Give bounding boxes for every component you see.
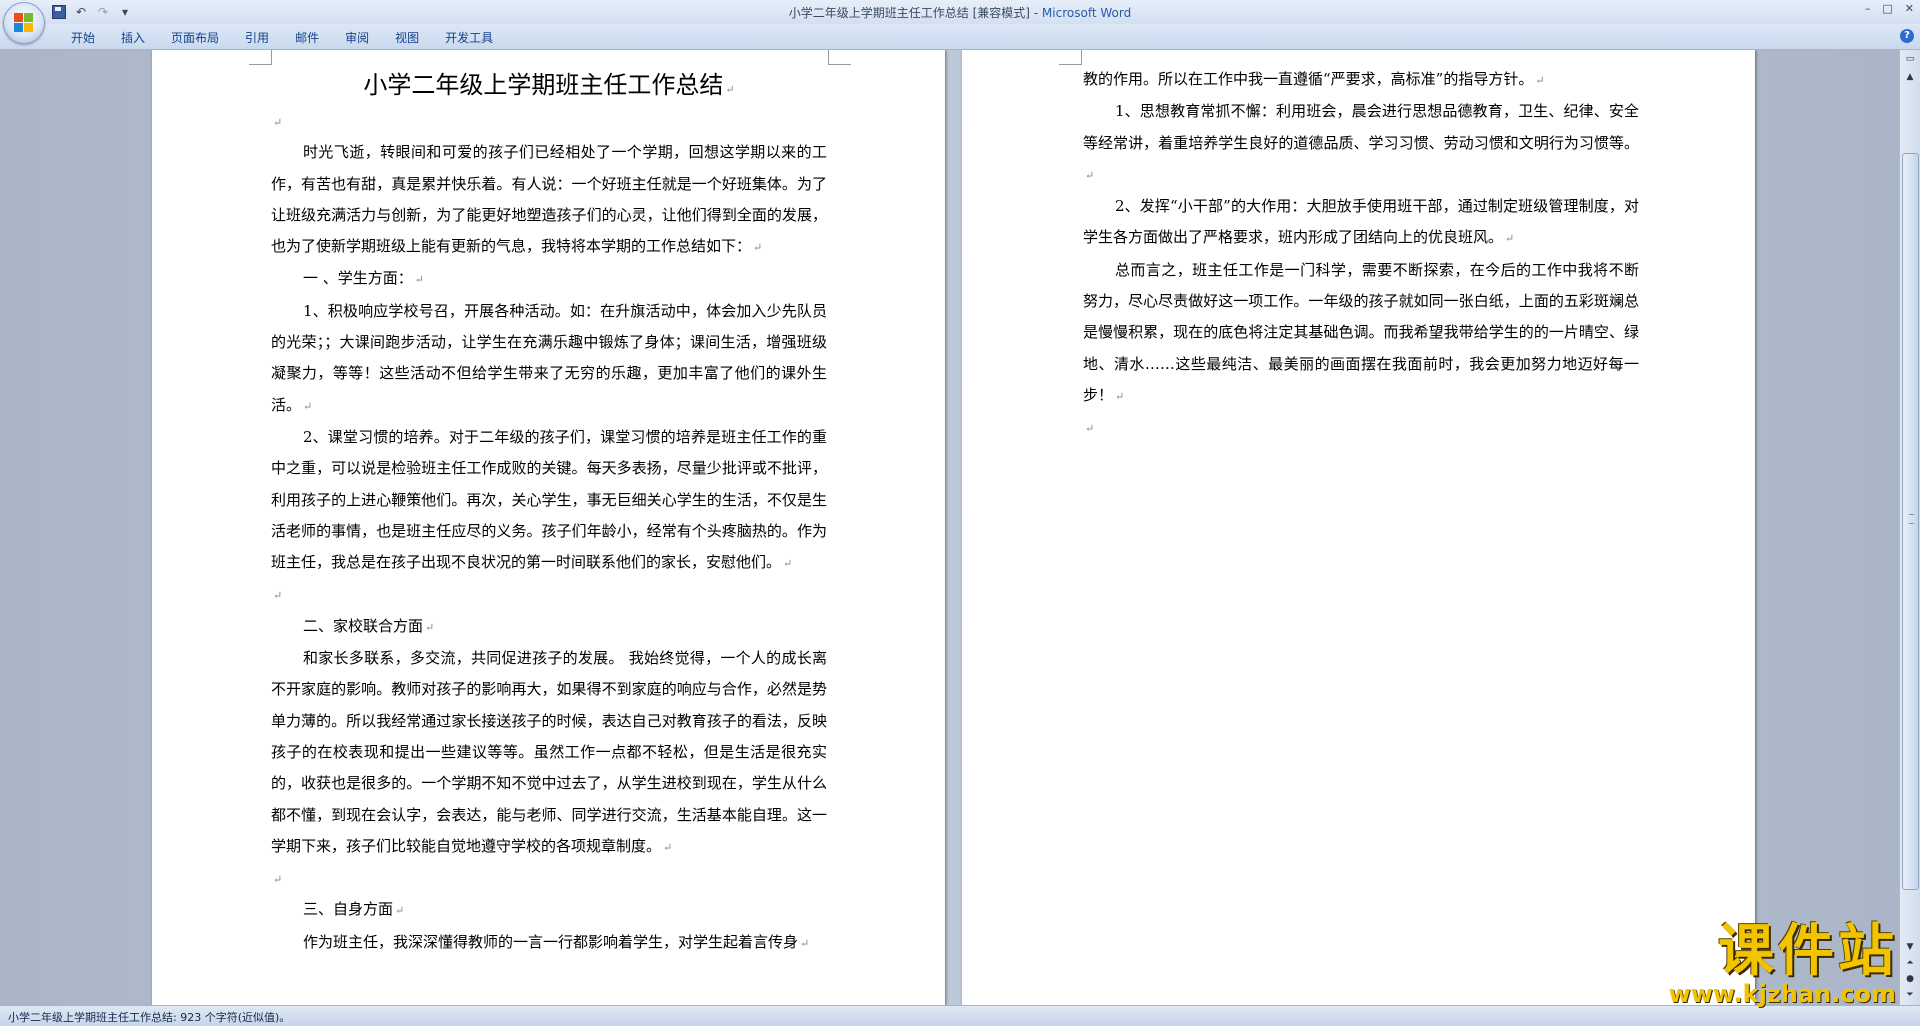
paragraph-mark: ↵ <box>753 241 763 255</box>
office-logo-icon <box>14 13 34 33</box>
scroll-up-icon[interactable]: ▲ <box>1902 70 1918 84</box>
left-page-paragraph: 作为班主任，我深深懂得教师的一言一行都影响着学生，对学生起着言传身 ↵ <box>271 927 827 959</box>
scroll-down-icon[interactable]: ▼ <box>1902 940 1918 954</box>
left-page-paragraph: 和家长多联系，多交流，共同促进孩子的发展。 我始终觉得，一个人的成长离不开家庭的… <box>271 643 827 863</box>
tab-mailings[interactable]: 邮件 <box>282 29 332 47</box>
paragraph-mark: ↵ <box>414 273 424 287</box>
paragraph-mark: ↵ <box>783 557 793 571</box>
paragraph-text: 2、发挥“小干部”的大作用：大胆放手使用班干部，通过制定班级管理制度，对学生各方… <box>1083 197 1639 247</box>
window-controls: – □ ✕ <box>1865 2 1914 15</box>
left-page-paragraph: 三、自身方面 ↵ <box>271 894 827 926</box>
paragraph-mark: ↵ <box>1505 232 1515 246</box>
vertical-scrollbar[interactable]: ▭ ▲ ▼ ⏶ ● ⏷ <box>1899 50 1920 1005</box>
app-name: Microsoft Word <box>1041 6 1132 20</box>
paragraph-text: 2、课堂习惯的培养。对于二年级的孩子们，课堂习惯的培养是班主任工作的重中之重，可… <box>271 427 827 572</box>
tab-view[interactable]: 视图 <box>382 29 432 47</box>
paragraph-mark: ↵ <box>663 840 673 854</box>
tab-insert[interactable]: 插入 <box>108 29 158 47</box>
paragraph-text: 三、自身方面 <box>303 900 394 919</box>
document-title: 小学二年级上学期班主任工作总结 ↵ <box>271 68 827 102</box>
page-1-body: 小学二年级上学期班主任工作总结 ↵ ↵ 时光飞逝，转眼间和可爱的孩子们已经相处了一个… <box>271 56 827 959</box>
close-button[interactable]: ✕ <box>1905 2 1914 15</box>
paragraph-mark: ↵ <box>1535 74 1545 87</box>
document-workspace: 小学二年级上学期班主任工作总结 ↵ ↵ 时光飞逝，转眼间和可爱的孩子们已经相处了一个… <box>0 50 1900 1005</box>
paragraph-text: 1、积极响应学校号召，开展各种活动。如：在升旗活动中，体会加入少先队员的光荣；；… <box>271 301 827 414</box>
paragraph-mark: ↵ <box>425 620 435 634</box>
tab-developer[interactable]: 开发工具 <box>432 29 506 47</box>
window-title: 小学二年级上学期班主任工作总结 [兼容模式] - Microsoft Word <box>0 4 1920 21</box>
page-2-body: 教的作用。所以在工作中我一直遵循“严要求，高标准”的指导方针。 ↵ 1、思想教育常抓… <box>1083 64 1639 444</box>
watermark-main-text: 课件站 <box>1718 919 1898 984</box>
help-icon[interactable]: ? <box>1900 29 1914 43</box>
select-browse-object-icon[interactable]: ● <box>1902 972 1918 986</box>
office-button[interactable] <box>3 2 45 44</box>
paragraph-mark: ↵ <box>1085 168 1095 182</box>
left-page-paragraph: 1、积极响应学校号召，开展各种活动。如：在升旗活动中，体会加入少先队员的光荣；；… <box>271 296 827 422</box>
watermark-logo: 课件站 www.kjzhan.com <box>1668 920 1898 1010</box>
page-2[interactable]: 教的作用。所以在工作中我一直遵循“严要求，高标准”的指导方针。 ↵ 1、思想教育常抓… <box>962 50 1755 1005</box>
ruler-toggle-icon[interactable]: ▭ <box>1902 52 1918 66</box>
paragraph-mark: ↵ <box>800 936 810 950</box>
paragraph-text: 作为班主任，我深深懂得教师的一言一行都影响着学生，对学生起着言传身 <box>303 932 799 951</box>
left-page-paragraph: ↵ <box>271 863 827 894</box>
left-page-paragraph: 时光飞逝，转眼间和可爱的孩子们已经相处了一个学期，回想这学期以来的工作，有苦也有… <box>271 137 827 263</box>
title-bar: ↶ ↷ ▾ 小学二年级上学期班主任工作总结 [兼容模式] - Microsoft… <box>0 0 1920 44</box>
paragraph-mark: ↵ <box>1085 422 1095 436</box>
paragraph-mark: ↵ <box>273 589 283 603</box>
grip-icon <box>1909 514 1914 524</box>
paragraph-text: 总而言之，班主任工作是一门科学，需要不断探索，在今后的工作中我将不断努力，尽心尽… <box>1083 260 1639 404</box>
paragraph-mark: ↵ <box>725 83 735 96</box>
document-title-text: 小学二年级上学期班主任工作总结 [兼容模式] - <box>788 6 1042 20</box>
paragraph-text: 一 、学生方面： <box>303 269 413 288</box>
maximize-button[interactable]: □ <box>1882 2 1892 15</box>
tab-home[interactable]: 开始 <box>58 29 108 47</box>
margin-corner-mark <box>828 50 851 65</box>
margin-corner-mark <box>1059 50 1082 65</box>
paragraph-text: 二、家校联合方面 <box>303 616 424 635</box>
tab-review[interactable]: 审阅 <box>332 29 382 47</box>
right-page-paragraph: ↵ <box>1083 412 1639 443</box>
left-page-paragraph: ↵ <box>271 106 827 137</box>
next-page-icon[interactable]: ⏷ <box>1902 988 1918 1002</box>
status-bar: 小学二年级上学期班主任工作总结: 923 个字符(近似值)。 <box>0 1005 1920 1026</box>
document-title-text: 小学二年级上学期班主任工作总结 <box>363 71 724 99</box>
scroll-thumb[interactable] <box>1902 153 1919 890</box>
previous-page-icon[interactable]: ⏶ <box>1902 956 1918 970</box>
paragraph-text: 和家长多联系，多交流，共同促进孩子的发展。 我始终觉得，一个人的成长离不开家庭的… <box>271 649 827 855</box>
paragraph-mark: ↵ <box>303 399 313 413</box>
right-page-paragraph: 总而言之，班主任工作是一门科学，需要不断探索，在今后的工作中我将不断努力，尽心尽… <box>1083 255 1639 412</box>
left-page-paragraph: ↵ <box>271 579 827 610</box>
paragraph-text: 教的作用。所以在工作中我一直遵循“严要求，高标准”的指导方针。 <box>1083 70 1534 88</box>
right-page-paragraphs: 教的作用。所以在工作中我一直遵循“严要求，高标准”的指导方针。 ↵ 1、思想教育常抓… <box>1083 64 1639 444</box>
status-text: 小学二年级上学期班主任工作总结: 923 个字符(近似值)。 <box>8 1011 291 1024</box>
right-page-paragraph: 教的作用。所以在工作中我一直遵循“严要求，高标准”的指导方针。 ↵ <box>1083 64 1639 96</box>
page-1[interactable]: 小学二年级上学期班主任工作总结 ↵ ↵ 时光飞逝，转眼间和可爱的孩子们已经相处了一个… <box>152 50 945 1005</box>
right-page-paragraph: 2、发挥“小干部”的大作用：大胆放手使用班干部，通过制定班级管理制度，对学生各方… <box>1083 191 1639 255</box>
left-page-paragraph: 一 、学生方面： ↵ <box>271 263 827 295</box>
left-page-paragraphs: ↵ 时光飞逝，转眼间和可爱的孩子们已经相处了一个学期，回想这学期以来的工作，有苦也… <box>271 106 827 959</box>
paragraph-mark: ↵ <box>273 873 283 887</box>
watermark-url: www.kjzhan.com <box>1668 980 1896 1008</box>
tab-page-layout[interactable]: 页面布局 <box>158 29 232 47</box>
minimize-button[interactable]: – <box>1865 2 1871 15</box>
ribbon-tabs: 开始 插入 页面布局 引用 邮件 审阅 视图 开发工具 <box>58 29 506 47</box>
paragraph-mark: ↵ <box>395 904 405 918</box>
left-page-paragraph: 2、课堂习惯的培养。对于二年级的孩子们，课堂习惯的培养是班主任工作的重中之重，可… <box>271 422 827 579</box>
tab-references[interactable]: 引用 <box>232 29 282 47</box>
paragraph-text: 1、思想教育常抓不懈：利用班会，晨会进行思想品德教育，卫生、纪律、安全等经常讲，… <box>1083 102 1639 152</box>
ribbon-tab-bar: 开始 插入 页面布局 引用 邮件 审阅 视图 开发工具 ? <box>0 24 1920 50</box>
margin-corner-mark <box>249 50 272 65</box>
paragraph-text: 时光飞逝，转眼间和可爱的孩子们已经相处了一个学期，回想这学期以来的工作，有苦也有… <box>271 143 827 256</box>
left-page-paragraph: 二、家校联合方面 ↵ <box>271 611 827 643</box>
paragraph-mark: ↵ <box>273 116 283 129</box>
right-page-paragraph: 1、思想教育常抓不懈：利用班会，晨会进行思想品德教育，卫生、纪律、安全等经常讲，… <box>1083 96 1639 191</box>
paragraph-mark: ↵ <box>1115 389 1125 403</box>
